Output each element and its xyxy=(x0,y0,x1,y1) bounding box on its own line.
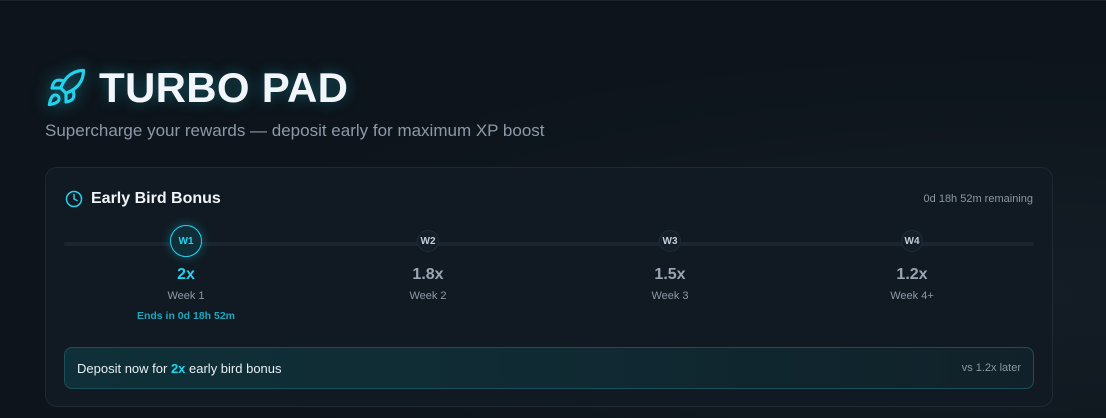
page-subtitle: Supercharge your rewards — deposit early… xyxy=(45,121,545,140)
time-remaining: 0d 18h 52m remaining xyxy=(923,193,1033,205)
page-header: TURBO PAD Supercharge your rewards — dep… xyxy=(45,61,545,141)
step-week-4: W4 1.2x Week 4+ xyxy=(812,228,1012,302)
step-week-1: W1 2x Week 1 Ends in 0d 18h 52m xyxy=(86,225,286,322)
banner-suffix: early bird bonus xyxy=(185,360,282,376)
step-badge-w3: W3 xyxy=(659,230,681,252)
card-header: Early Bird Bonus 0d 18h 52m remaining xyxy=(65,190,1033,208)
rocket-icon xyxy=(47,68,86,107)
step-badge-w4: W4 xyxy=(901,230,923,252)
page-title: TURBO PAD xyxy=(99,64,349,111)
step-label-w3: Week 3 xyxy=(651,290,689,302)
step-multiplier-w1: 2x xyxy=(177,266,195,283)
card-title-wrap: Early Bird Bonus xyxy=(65,190,221,208)
card-title: Early Bird Bonus xyxy=(91,190,221,207)
step-multiplier-w4: 1.2x xyxy=(896,266,928,283)
banner-prefix: Deposit now for xyxy=(77,360,171,376)
deposit-banner[interactable]: Deposit now for 2x early bird bonus vs 1… xyxy=(64,347,1034,389)
banner-highlight: 2x xyxy=(170,360,186,376)
step-badge-w1: W1 xyxy=(170,225,202,257)
step-week-2: W2 1.8x Week 2 xyxy=(328,228,528,302)
step-week-3: W3 1.5x Week 3 xyxy=(570,228,770,302)
turbo-pad-page: TURBO PAD Supercharge your rewards — dep… xyxy=(0,0,1106,418)
banner-comparison: vs 1.2x later xyxy=(961,362,1021,374)
early-bird-card: Early Bird Bonus 0d 18h 52m remaining W1… xyxy=(45,167,1053,407)
clock-icon xyxy=(65,190,83,208)
step-label-w1: Week 1 xyxy=(167,290,205,302)
step-badge-w2: W2 xyxy=(417,230,439,252)
title-row: TURBO PAD xyxy=(45,61,545,115)
step-label-w4: Week 4+ xyxy=(890,290,934,302)
banner-text: Deposit now for 2x early bird bonus xyxy=(77,361,282,376)
step-ends-w1: Ends in 0d 18h 52m xyxy=(136,310,236,322)
step-multiplier-w3: 1.5x xyxy=(654,266,686,283)
step-multiplier-w2: 1.8x xyxy=(412,266,444,283)
step-label-w2: Week 2 xyxy=(409,290,447,302)
